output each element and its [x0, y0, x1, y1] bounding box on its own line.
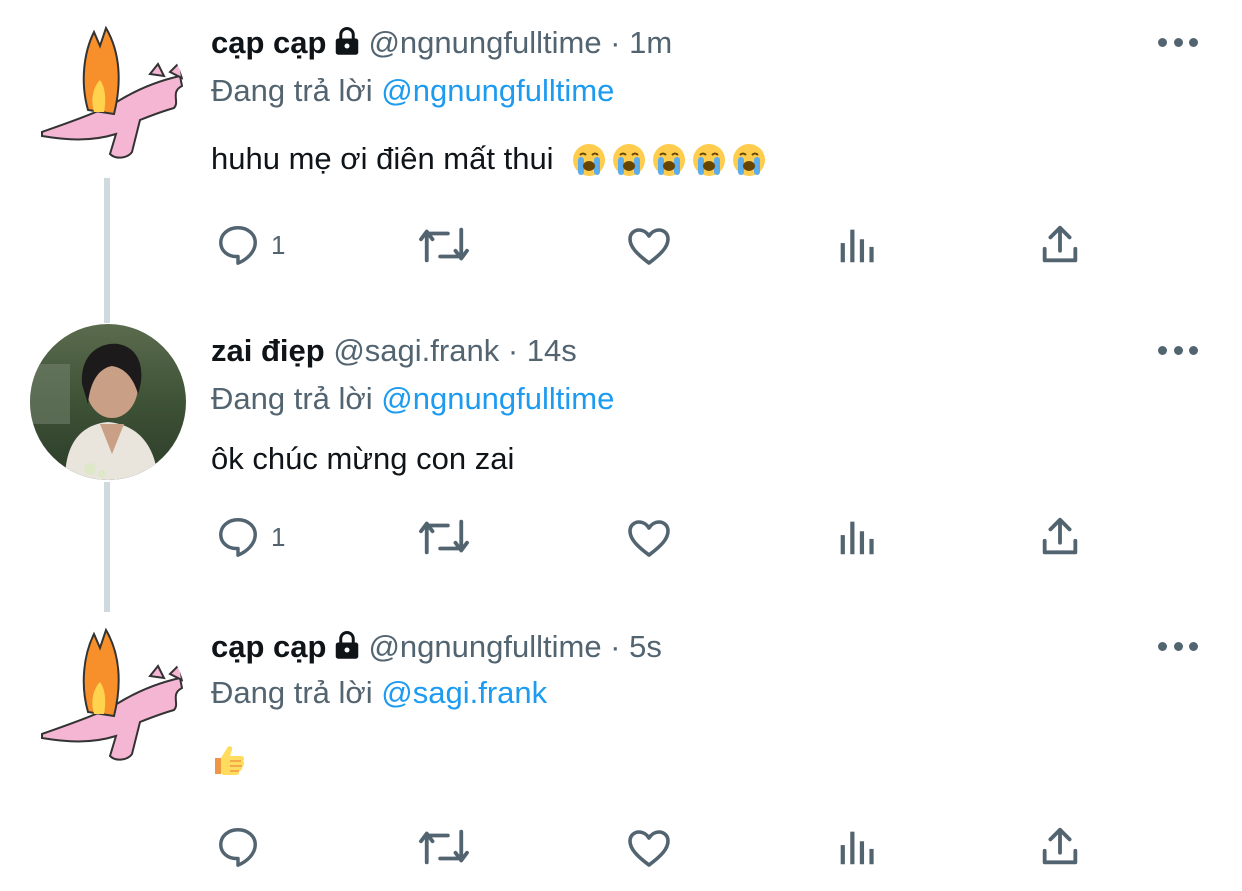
reply-count: 1: [271, 521, 286, 552]
tweet[interactable]: cạp cạp @ngnungfulltime · 1m Đang trả lời…: [0, 0, 1242, 300]
heart-icon: [628, 520, 670, 557]
tweet-text: [211, 742, 247, 781]
retweet-button[interactable]: [415, 222, 473, 268]
like-button[interactable]: [625, 514, 673, 562]
reply-count: 1: [271, 229, 286, 260]
replying-to: Đang trả lời @ngnungfulltime: [211, 380, 614, 418]
display-name[interactable]: cạp cạp: [211, 629, 326, 664]
more-options-button[interactable]: [1158, 32, 1198, 52]
replying-to-label: Đang trả lời: [211, 381, 373, 416]
user-handle[interactable]: @ngnungfulltime: [368, 629, 601, 664]
tweet-text: huhu mẹ ơi điên mất thui: [211, 140, 766, 178]
display-name[interactable]: cạp cạp: [211, 25, 326, 60]
share-button[interactable]: [1037, 514, 1083, 560]
crying-face-emoji: [573, 144, 606, 176]
analytics-icon: [840, 831, 874, 865]
tweet[interactable]: zai điẹp @sagi.frank · 14s Đang trả lời …: [0, 300, 1242, 600]
user-handle[interactable]: @sagi.frank: [333, 333, 499, 368]
views-button[interactable]: [833, 222, 879, 268]
replying-to-link[interactable]: @ngnungfulltime: [381, 381, 614, 416]
lock-icon: [332, 630, 362, 669]
lock-icon: [332, 26, 362, 65]
avatar[interactable]: [30, 22, 186, 178]
display-name[interactable]: zai điẹp: [211, 333, 325, 368]
tweet-header: cạp cạp @ngnungfulltime · 1m: [211, 24, 672, 65]
crying-face-emoji: [693, 144, 726, 176]
like-button[interactable]: [625, 824, 673, 872]
reply-icon: [219, 226, 257, 265]
share-icon: [1042, 827, 1078, 865]
reply-button[interactable]: 1: [215, 222, 285, 268]
tweet-header: zai điẹp @sagi.frank · 14s: [211, 332, 577, 370]
timestamp[interactable]: 5s: [629, 629, 662, 664]
separator-dot: ·: [499, 333, 527, 368]
share-icon: [1042, 225, 1078, 263]
tweet-actions: [211, 824, 1111, 884]
replying-to-link[interactable]: @sagi.frank: [381, 675, 547, 710]
reply-button[interactable]: [215, 824, 271, 870]
tweet-text: ôk chúc mừng con zai: [211, 440, 514, 478]
thumbs-up-emoji: [215, 746, 245, 775]
crying-face-emoji: [653, 144, 686, 176]
crying-face-emoji: [733, 144, 766, 176]
replying-to: Đang trả lời @sagi.frank: [211, 674, 547, 712]
analytics-icon: [840, 229, 874, 263]
avatar[interactable]: [30, 624, 186, 780]
replying-to: Đang trả lời @ngnungfulltime: [211, 72, 614, 110]
replying-to-label: Đang trả lời: [211, 675, 373, 710]
share-icon: [1042, 517, 1078, 555]
replying-to-label: Đang trả lời: [211, 73, 373, 108]
more-options-button[interactable]: [1158, 340, 1198, 360]
retweet-icon: [419, 519, 469, 555]
reply-icon: [219, 828, 257, 867]
replying-to-link[interactable]: @ngnungfulltime: [381, 73, 614, 108]
reply-icon: [219, 518, 257, 557]
analytics-icon: [840, 521, 874, 555]
timestamp[interactable]: 14s: [527, 333, 577, 368]
tweet-actions: 1: [211, 222, 1111, 282]
crying-face-emoji: [613, 144, 646, 176]
retweet-button[interactable]: [415, 514, 473, 560]
avatar[interactable]: [30, 324, 186, 480]
tweet[interactable]: cạp cạp @ngnungfulltime · 5s Đang trả lời…: [0, 600, 1242, 891]
views-button[interactable]: [833, 824, 879, 870]
crying-face-emoji-group: [572, 143, 766, 177]
retweet-icon: [419, 227, 469, 263]
retweet-button[interactable]: [415, 824, 473, 870]
separator-dot: ·: [601, 25, 630, 60]
share-button[interactable]: [1037, 824, 1083, 870]
timestamp[interactable]: 1m: [629, 25, 672, 60]
user-handle[interactable]: @ngnungfulltime: [368, 25, 601, 60]
reply-button[interactable]: 1: [215, 514, 285, 560]
tweet-text-content: huhu mẹ ơi điên mất thui: [211, 141, 554, 176]
retweet-icon: [419, 829, 469, 865]
tweet-header: cạp cạp @ngnungfulltime · 5s: [211, 628, 662, 669]
heart-icon: [628, 228, 670, 265]
separator-dot: ·: [601, 629, 630, 664]
more-options-button[interactable]: [1158, 636, 1198, 656]
tweet-text-content: ôk chúc mừng con zai: [211, 441, 515, 476]
views-button[interactable]: [833, 514, 879, 560]
heart-icon: [628, 830, 670, 867]
share-button[interactable]: [1037, 222, 1083, 268]
tweet-actions: 1: [211, 514, 1111, 574]
like-button[interactable]: [625, 222, 673, 270]
